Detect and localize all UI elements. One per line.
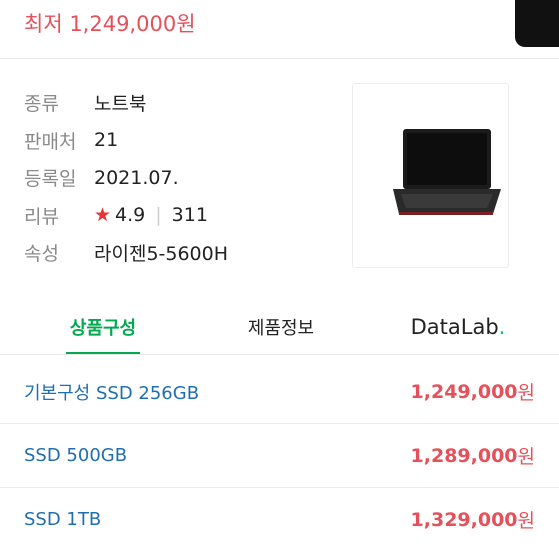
tab-bar: 상품구성 제품정보 DataLab. bbox=[0, 300, 559, 354]
tab-label: 상품구성 bbox=[69, 318, 137, 339]
separator: | bbox=[155, 204, 162, 227]
price-value: 1,289,000 bbox=[410, 444, 518, 467]
info-label: 등록일 bbox=[24, 168, 77, 191]
info-row-date: 등록일 2021.07. bbox=[24, 159, 228, 197]
tab-label: DataLab bbox=[410, 315, 499, 339]
product-info: 종류 노트북 판매처 21 등록일 2021.07. 리뷰 ★ 4.9 | 311 속… bbox=[24, 84, 228, 272]
info-row-review[interactable]: 리뷰 ★ 4.9 | 311 bbox=[24, 197, 228, 235]
tab-product-info[interactable]: 제품정보 bbox=[236, 300, 326, 354]
info-label: 판매처 bbox=[24, 130, 77, 153]
info-value[interactable]: 21 bbox=[94, 129, 118, 151]
option-name[interactable]: 기본구성 SSD 256GB bbox=[24, 360, 199, 423]
divider bbox=[0, 58, 559, 59]
tab-datalab[interactable]: DataLab. bbox=[404, 300, 512, 354]
lowest-price: 최저 1,249,000원 bbox=[24, 12, 196, 36]
tab-product-options[interactable]: 상품구성 bbox=[66, 300, 140, 354]
star-icon: ★ bbox=[94, 204, 112, 227]
info-row-seller[interactable]: 판매처 21 bbox=[24, 122, 228, 160]
top-bar: 최저 1,249,000원 bbox=[0, 0, 559, 50]
price-unit: 원 bbox=[517, 510, 535, 532]
info-row-type: 종류 노트북 bbox=[24, 84, 228, 122]
overlay-corner bbox=[515, 0, 559, 47]
info-value: 라이젠5-5600H bbox=[94, 243, 229, 266]
laptop-thumbnail[interactable] bbox=[352, 83, 509, 268]
info-label: 속성 bbox=[24, 243, 59, 266]
review-rating: 4.9 bbox=[115, 204, 146, 227]
divider bbox=[0, 354, 559, 355]
option-name[interactable]: SSD 1TB bbox=[24, 488, 101, 551]
option-list: 기본구성 SSD 256GB 1,249,000 원 SSD 500GB 1,28… bbox=[0, 360, 559, 551]
option-price[interactable]: 1,249,000 원 bbox=[411, 360, 535, 423]
option-name[interactable]: SSD 500GB bbox=[24, 424, 127, 487]
info-label: 리뷰 bbox=[24, 205, 59, 228]
info-value: 노트북 bbox=[94, 93, 147, 116]
review-count[interactable]: 311 bbox=[172, 204, 208, 226]
price-value: 1,249,000 bbox=[410, 380, 518, 403]
option-price[interactable]: 1,289,000 원 bbox=[411, 424, 535, 487]
option-row[interactable]: SSD 1TB 1,329,000 원 bbox=[0, 488, 559, 551]
price-unit: 원 bbox=[517, 446, 535, 468]
review-summary[interactable]: ★ 4.9 | 311 bbox=[94, 204, 208, 226]
price-unit: 원 bbox=[517, 382, 535, 404]
price-value: 1,329,000 bbox=[410, 508, 518, 531]
info-value: 2021.07. bbox=[94, 166, 179, 189]
option-row[interactable]: 기본구성 SSD 256GB 1,249,000 원 bbox=[0, 360, 559, 424]
info-row-attr: 속성 라이젠5-5600H bbox=[24, 234, 228, 272]
datalab-dot: . bbox=[498, 315, 506, 339]
laptop-image bbox=[393, 129, 501, 215]
option-price[interactable]: 1,329,000 원 bbox=[411, 488, 535, 551]
info-label: 종류 bbox=[24, 93, 59, 116]
tab-label: 제품정보 bbox=[247, 318, 315, 339]
option-row[interactable]: SSD 500GB 1,289,000 원 bbox=[0, 424, 559, 488]
